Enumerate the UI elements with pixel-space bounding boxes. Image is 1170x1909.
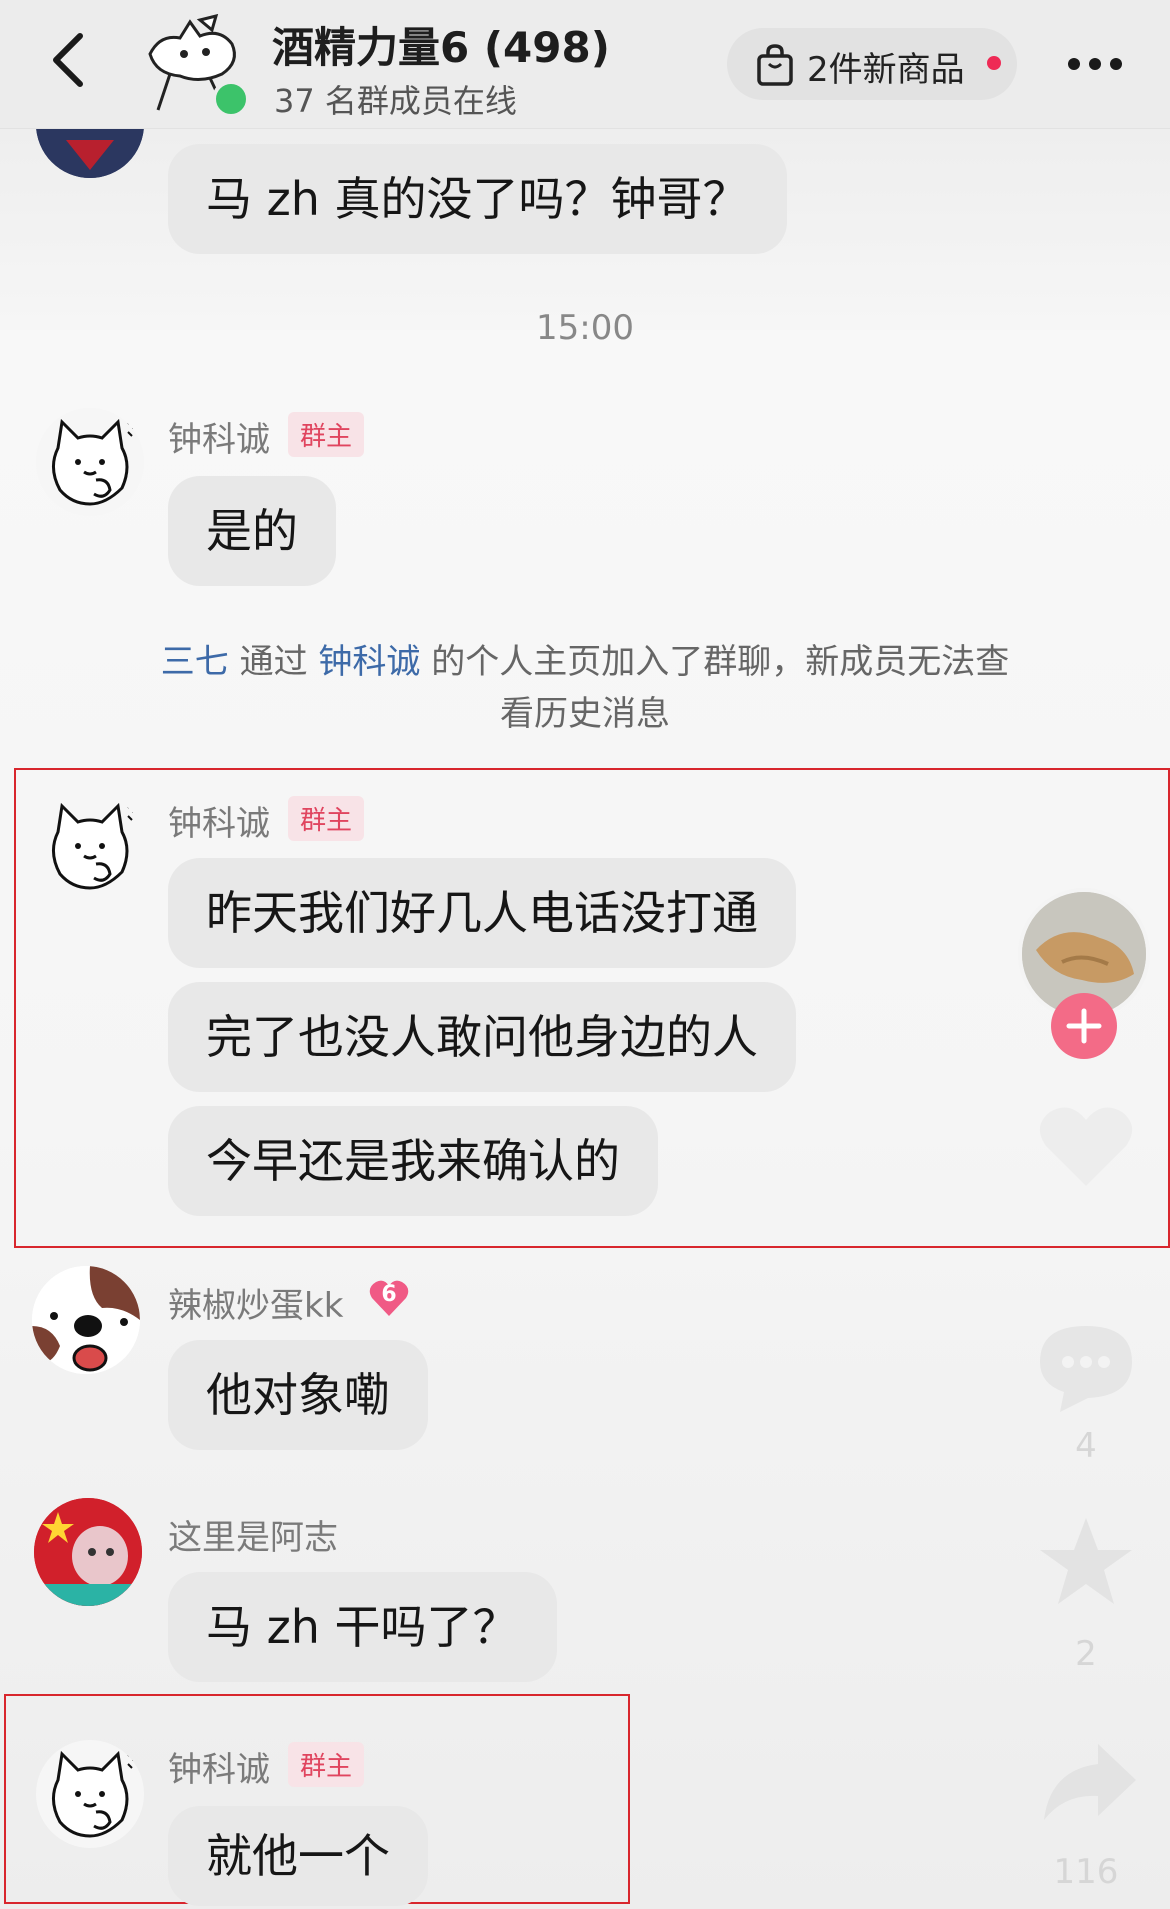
system-message: 三七 通过 钟科诚 的个人主页加入了群聊，新成员无法查看历史消息	[150, 636, 1020, 740]
owner-badge: 群主	[288, 1742, 365, 1787]
cat-avatar[interactable]	[36, 1740, 144, 1848]
cat-avatar[interactable]	[36, 408, 144, 516]
sender-name[interactable]: 钟科诚	[168, 796, 270, 845]
member-link[interactable]: 钟科诚	[318, 642, 420, 682]
sender-name[interactable]: 辣椒炒蛋kk	[168, 1278, 343, 1327]
follow-plus-button[interactable]	[1051, 993, 1117, 1059]
online-member-count: 37 名群成员在线	[274, 82, 517, 120]
online-status-dot	[212, 80, 250, 118]
group-title[interactable]: 酒精力量6 (498)	[272, 14, 610, 75]
chat-header: 酒精力量6 (498) 37 名群成员在线 2件新商品	[0, 0, 1170, 129]
share-count: 116	[1053, 1852, 1119, 1892]
favorite-star-icon[interactable]	[1036, 1514, 1136, 1610]
fan-level-badge: 6	[368, 1278, 410, 1318]
share-arrow-icon[interactable]	[1040, 1740, 1140, 1824]
sender-name[interactable]: 这里是阿志	[168, 1510, 338, 1559]
sender-name[interactable]: 钟科诚	[168, 412, 270, 461]
message-bubble[interactable]: 是的	[168, 476, 336, 586]
new-goods-label: 2件新商品	[807, 50, 965, 90]
flag-avatar[interactable]	[34, 1498, 142, 1606]
back-arrow-icon[interactable]	[44, 30, 96, 90]
message-bubble[interactable]: 他对象嘞	[168, 1340, 428, 1450]
shopping-bag-icon	[755, 44, 795, 86]
more-options-icon[interactable]	[1060, 44, 1130, 84]
comment-count: 4	[1075, 1426, 1097, 1466]
owner-badge: 群主	[288, 796, 365, 841]
message-bubble[interactable]: 今早还是我来确认的	[168, 1106, 658, 1216]
message-bubble[interactable]: 完了也没人敢问他身边的人	[168, 982, 796, 1092]
cat-avatar[interactable]	[36, 792, 144, 900]
member-link[interactable]: 三七	[161, 642, 229, 682]
owner-badge: 群主	[288, 412, 365, 457]
timestamp: 15:00	[536, 308, 634, 348]
dog-avatar[interactable]	[32, 1266, 140, 1374]
favorite-count: 2	[1075, 1634, 1097, 1674]
like-heart-icon[interactable]	[1036, 1100, 1136, 1190]
new-goods-button[interactable]: 2件新商品	[727, 28, 1017, 100]
sender-name[interactable]: 钟科诚	[168, 1742, 270, 1791]
system-text: 的个人主页加入了群聊，新成员无法查看历史消息	[420, 642, 1010, 734]
message-bubble[interactable]: 就他一个	[168, 1806, 428, 1906]
system-text: 通过	[228, 642, 319, 682]
fan-level-number: 6	[381, 1282, 397, 1307]
comment-icon[interactable]	[1034, 1320, 1138, 1414]
message-bubble[interactable]: 昨天我们好几人电话没打通	[168, 858, 796, 968]
message-bubble[interactable]: 马 zh 真的没了吗？钟哥？	[168, 144, 787, 254]
notification-dot	[987, 56, 1001, 70]
message-bubble[interactable]: 马 zh 干吗了？	[168, 1572, 557, 1682]
